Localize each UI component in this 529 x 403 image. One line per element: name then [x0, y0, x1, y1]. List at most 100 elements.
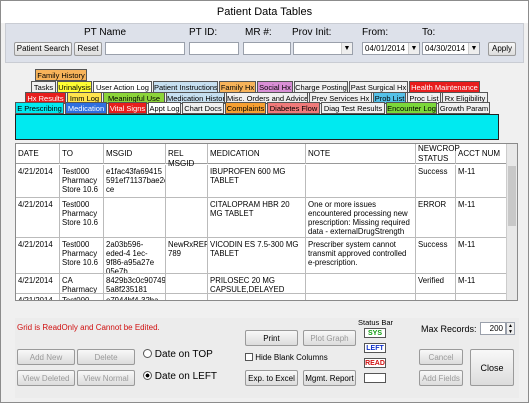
tab-e-prescribing[interactable]: E Prescribing [15, 102, 64, 114]
cell-date: 4/21/2014 [16, 238, 60, 273]
scroll-thumb[interactable] [508, 166, 516, 226]
tab-diabetes-flow[interactable]: Diabetes Flow [267, 102, 320, 114]
column-header-msgid[interactable]: MSGID [104, 144, 166, 164]
chevron-down-icon: ▼ [408, 43, 419, 54]
cell-note [306, 165, 416, 197]
left-indicator: LEFT [364, 343, 386, 353]
cell-date: 4/21/2014 [16, 198, 60, 237]
cell-newcrop-status: ERROR [416, 198, 456, 237]
grid-scrollbar[interactable] [506, 144, 517, 300]
cell-newcrop-status: Success [416, 238, 456, 273]
table-row[interactable]: 4/21/2014Test000 Pharmacye7944bf4-32ba-4… [16, 294, 508, 300]
chevron-down-icon: ▼ [341, 43, 352, 54]
date-on-top-label: Date on TOP [154, 349, 213, 360]
tab-chart-docs[interactable]: Chart Docs [182, 102, 224, 114]
cell-msgid [104, 198, 166, 237]
mgmt-report-button[interactable]: Mgmt. Report [303, 370, 356, 386]
pt-id-input[interactable] [189, 42, 239, 55]
table-row[interactable]: 4/21/2014 Test000 Pharmacy Store 10.6 2a03… [16, 238, 508, 274]
view-deleted-button[interactable]: View Deleted [17, 370, 75, 386]
cell-note: Prescriber system cannot transmit approv… [306, 238, 416, 273]
reset-button[interactable]: Reset [74, 42, 102, 56]
read-indicator: READ [364, 358, 386, 368]
cell-newcrop-status: Verified [416, 274, 456, 293]
cell-medication: VICODIN ES 7.5-300 MG TABLET [208, 238, 306, 273]
pt-name-label: PT Name [84, 27, 127, 38]
patient-data-tables-window: Patient Data Tables PT Name PT ID: MR #:… [0, 0, 529, 403]
hide-blank-columns-checkbox[interactable]: Hide Blank Columns [245, 353, 328, 362]
cell-date: 4/21/2014 [16, 165, 60, 197]
column-header-acct-num[interactable]: ACCT NUM [456, 144, 508, 164]
column-header-to[interactable]: TO [60, 144, 104, 164]
cancel-button[interactable]: Cancel [419, 349, 463, 365]
cell-to: Test000 Pharmacy Store 10.6 [60, 238, 104, 273]
max-records-spinner[interactable]: ▲ ▼ [506, 322, 515, 335]
cell-newcrop-status: Success [416, 165, 456, 197]
apply-button[interactable]: Apply [488, 42, 516, 56]
cell-to: Test000 Pharmacy [60, 294, 104, 300]
prov-init-select[interactable]: ▼ [293, 42, 353, 55]
date-on-left-label: Date on LEFT [154, 371, 218, 382]
cell-msgid: e7944bf4-32ba-40 [104, 294, 166, 300]
cell-note: One or more issues encountered processin… [306, 198, 416, 237]
tab-complaints[interactable]: Complaints [225, 102, 266, 114]
cell-note [306, 274, 416, 293]
delete-button[interactable]: Delete [77, 349, 135, 365]
hide-blank-label: Hide Blank Columns [255, 353, 328, 362]
table-row[interactable]: 4/21/2014CA Pharmacy Store 10.68429b3c0c… [16, 274, 508, 294]
max-records-input[interactable]: 200 [480, 322, 506, 335]
column-header-rel-msgid[interactable]: REL MSGID [166, 144, 208, 168]
date-on-left-radio[interactable]: Date on LEFT [143, 371, 217, 382]
pt-name-input[interactable] [105, 42, 185, 55]
date-on-top-radio[interactable]: Date on TOP [143, 349, 213, 360]
column-header-newcrop-status[interactable]: NEWCROP STATUS [416, 144, 460, 164]
data-grid[interactable]: DATE TO MSGID REL MSGID MEDICATION NOTE NEWCRO… [15, 143, 518, 301]
close-button[interactable]: Close [470, 349, 514, 386]
column-header-medication[interactable]: MEDICATION [208, 144, 306, 164]
tab-medication[interactable]: Medication [65, 102, 107, 114]
column-header-note[interactable]: NOTE [306, 144, 416, 164]
cell-msgid: 8429b3c0c90749 5a8f235181 09426 536 [106, 274, 166, 293]
table-row[interactable]: 4/21/2014 Test000 Pharmacy Store 10.6 e1fa… [16, 165, 508, 198]
cell-to: Test000 Pharmacy Store 10.6 [60, 198, 104, 237]
table-row[interactable]: 4/21/2014 Test000 Pharmacy Store 10.6 CITA… [16, 198, 508, 238]
view-normal-button[interactable]: View Normal [77, 370, 135, 386]
tab-encounter-log[interactable]: Encounter Log [386, 102, 437, 114]
e-prescribing-panel [15, 114, 499, 140]
cell-rel-msgid [166, 274, 208, 293]
tab-diag-test-results[interactable]: Diag Test Results [321, 102, 385, 114]
max-records-label: Max Records: [421, 324, 477, 334]
cell-medication [208, 294, 306, 300]
cell-to: Test000 Pharmacy Store 10.6 [60, 165, 104, 197]
to-label: To: [422, 27, 436, 38]
cell-to: CA Pharmacy Store 10.6 [60, 274, 104, 293]
chevron-down-icon: ▼ [468, 43, 479, 54]
mr-input[interactable] [243, 42, 291, 55]
tab-growth-param[interactable]: Growth Param [438, 102, 490, 114]
cell-date: 4/21/2014 [16, 294, 60, 300]
prov-init-label: Prov Init: [292, 27, 332, 38]
footer-panel: Grid is ReadOnly and Cannot be Edited. A… [15, 318, 519, 398]
plot-graph-button[interactable]: Plot Graph [303, 330, 356, 346]
cell-newcrop-status [416, 294, 456, 300]
readonly-message: Grid is ReadOnly and Cannot be Edited. [17, 323, 160, 332]
patient-search-button[interactable]: Patient Search [14, 42, 72, 56]
tab-family-history[interactable]: Family History [35, 69, 87, 81]
tab-vital-signs[interactable]: Vital Signs [108, 102, 147, 114]
cell-msgid: 2a03b596-eded-4 1ec-9f86-a95a27e 05e7b [104, 238, 166, 273]
column-header-date[interactable]: DATE [16, 144, 60, 164]
export-excel-button[interactable]: Exp. to Excel [245, 370, 298, 386]
to-date-picker[interactable]: 04/30/2014 ▼ [422, 42, 480, 55]
add-fields-button[interactable]: Add Fields [419, 370, 463, 386]
cell-medication: CITALOPRAM HBR 20 MG TABLET [208, 198, 306, 237]
cell-acct-num: M-11 [456, 165, 508, 197]
cell-acct-num: M-11 [456, 238, 508, 273]
from-date-value: 04/01/2014 [365, 44, 406, 53]
from-date-picker[interactable]: 04/01/2014 ▼ [362, 42, 420, 55]
print-button[interactable]: Print [245, 330, 298, 346]
tab-appt-log[interactable]: Appt Log [148, 102, 181, 114]
add-new-button[interactable]: Add New [17, 349, 75, 365]
mr-label: MR #: [245, 27, 272, 38]
window-title: Patient Data Tables [1, 1, 528, 23]
cell-acct-num [456, 294, 508, 300]
